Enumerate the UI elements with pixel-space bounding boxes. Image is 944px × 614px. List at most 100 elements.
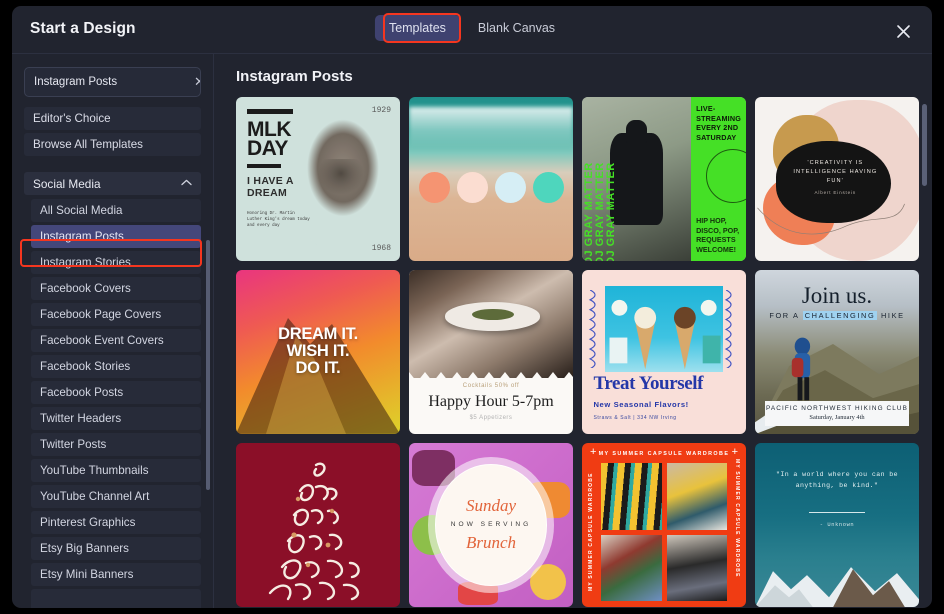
christmas-tree-lettering [236, 453, 400, 603]
brunch-line-3: Brunch [466, 533, 516, 553]
ice-cream-photo [605, 286, 723, 371]
sidebar-scrollbar[interactable] [206, 240, 210, 490]
sidebar-item-editors-choice[interactable]: Editor's Choice [24, 107, 201, 130]
sidebar-item-instagram-stories[interactable]: Instagram Stories [31, 251, 201, 274]
template-card-summer-capsule-wardrobe[interactable]: MY SUMMER CAPSULE WARDROBE MY SUMMER CAP… [582, 443, 746, 607]
dream-line-2: WISH IT. [236, 343, 400, 360]
join-info-band: PACIFIC NORTHWEST HIKING CLUB Saturday, … [765, 401, 909, 426]
sidebar-spacer [12, 159, 213, 172]
dialog-body: ✕ Editor's Choice Browse All Templates S… [12, 54, 932, 608]
sidebar-top-list: Editor's Choice Browse All Templates [12, 107, 213, 156]
mlk-year-start: 1929 [372, 106, 391, 115]
gallery-heading: Instagram Posts [236, 68, 908, 85]
sidebar-item-twitter-posts[interactable]: Twitter Posts [31, 433, 201, 456]
treat-subtitle: New Seasonal Flavors! [593, 400, 688, 409]
restaurant-photo [409, 270, 573, 378]
snow-peaks [755, 545, 919, 607]
creativity-author: Albert Einstein [785, 190, 887, 195]
creativity-quote: 'CREATIVITY IS INTELLIGENCE HAVING FUN' [785, 159, 887, 186]
kind-quote-text: "In a world where you can be anything, b… [771, 469, 902, 491]
sidebar-item-youtube-channel-art[interactable]: YouTube Channel Art [31, 485, 201, 508]
tab-bar: Templates Blank Canvas [375, 15, 569, 41]
sidebar-item-facebook-posts[interactable]: Facebook Posts [31, 381, 201, 404]
sidebar-item-youtube-thumbnails[interactable]: YouTube Thumbnails [31, 459, 201, 482]
color-swatches [409, 172, 573, 203]
close-button[interactable] [890, 18, 916, 44]
join-sub-after: HIKE [877, 311, 904, 320]
template-card-mlk-day[interactable]: MLK DAY I HAVE A DREAM Honoring Dr. Mart… [236, 97, 400, 261]
sidebar-group-social-media[interactable]: Social Media [24, 172, 201, 195]
chevron-up-icon [181, 179, 192, 188]
sidebar-item-browse-all-templates[interactable]: Browse All Templates [24, 133, 201, 156]
dj-footer: HIP HOP, DISCO, POP, REQUESTS WELCOME! [696, 216, 746, 254]
sidebar-item-pinterest-graphics[interactable]: Pinterest Graphics [31, 511, 201, 534]
search-box[interactable]: ✕ [24, 67, 201, 97]
swatch-3 [495, 172, 526, 203]
brunch-line-1: Sunday [466, 496, 516, 516]
sidebar: ✕ Editor's Choice Browse All Templates S… [12, 54, 214, 608]
mlk-rule-mid [247, 164, 281, 168]
happy-hour-pre: Cocktails 50% off [409, 383, 573, 389]
scalloped-divider [409, 372, 573, 382]
treat-address: Straws & Salt | 334 NW Irving [593, 415, 676, 421]
dj-side-panel: LIVE-STREAMING EVERY 2ND SATURDAY HIP HO… [691, 97, 746, 261]
kind-author: - Unknown [755, 522, 919, 528]
cross-icon-right: + [732, 447, 738, 458]
join-sub-before: FOR A [769, 311, 802, 320]
fruit-decor-4 [530, 564, 566, 600]
join-date: Saturday, January 4th [809, 414, 864, 421]
template-card-beach-palette[interactable] [409, 97, 573, 261]
swatch-4 [533, 172, 564, 203]
tab-blank-canvas[interactable]: Blank Canvas [464, 15, 569, 41]
mlk-title: MLK DAY [247, 120, 311, 158]
dj-headline: LIVE-STREAMING EVERY 2ND SATURDAY [696, 104, 741, 142]
join-sub-highlight: CHALLENGING [803, 311, 878, 320]
brunch-badge: Sunday NOW SERVING Brunch [435, 464, 547, 585]
search-input[interactable] [25, 68, 194, 96]
template-card-be-kind-quote[interactable]: "In a world where you can be anything, b… [755, 443, 919, 607]
sidebar-item-facebook-covers[interactable]: Facebook Covers [31, 277, 201, 300]
template-card-merry-christmas[interactable] [236, 443, 400, 607]
sidebar-group-label: Social Media [33, 177, 101, 191]
template-card-creativity-quote[interactable]: 'CREATIVITY IS INTELLIGENCE HAVING FUN' … [755, 97, 919, 261]
template-card-dream-it[interactable]: DREAM IT. WISH IT. DO IT. [236, 270, 400, 434]
template-card-sunday-brunch[interactable]: Sunday NOW SERVING Brunch [409, 443, 573, 607]
sidebar-item-instagram-posts[interactable]: Instagram Posts [31, 225, 201, 248]
capsule-photo-grid [601, 463, 727, 601]
ice-cream-cones [605, 286, 723, 371]
mlk-year-end: 1968 [372, 244, 391, 253]
template-card-dj-gray-matter[interactable]: DJ GRAY MATTER DJ GRAY MATTER DJ GRAY MA… [582, 97, 746, 261]
capsule-photo-3 [601, 535, 662, 602]
dream-line-1: DREAM IT. [236, 326, 400, 343]
sidebar-item-etsy-mini-banners[interactable]: Etsy Mini Banners [31, 563, 201, 586]
dream-it-text: DREAM IT. WISH IT. DO IT. [236, 326, 400, 377]
treat-title: Treat Yourself [593, 373, 703, 395]
tab-templates[interactable]: Templates [375, 15, 460, 41]
sidebar-item-facebook-page-covers[interactable]: Facebook Page Covers [31, 303, 201, 326]
sidebar-item-all-social-media[interactable]: All Social Media [31, 199, 201, 222]
brunch-line-2: NOW SERVING [451, 521, 532, 528]
sidebar-item-facebook-stories[interactable]: Facebook Stories [31, 355, 201, 378]
page-title: Start a Design [30, 20, 136, 38]
dialog-header: Start a Design Templates Blank Canvas [12, 6, 932, 54]
sidebar-item-facebook-event-covers[interactable]: Facebook Event Covers [31, 329, 201, 352]
template-gallery: Instagram Posts MLK DAY I HAVE A DREAM H… [214, 54, 932, 608]
capsule-heading-right: MY SUMMER CAPSULE WARDROBE [734, 459, 740, 591]
fruit-decor-5 [458, 582, 497, 605]
template-card-treat-yourself[interactable]: Treat Yourself New Seasonal Flavors! Str… [582, 270, 746, 434]
sidebar-item-etsy-big-banners[interactable]: Etsy Big Banners [31, 537, 201, 560]
capsule-heading-top: MY SUMMER CAPSULE WARDROBE [582, 451, 746, 457]
sidebar-item-partial[interactable] [31, 589, 201, 608]
template-card-join-us-hike[interactable]: Join us. FOR A CHALLENGING HIKE PACIFIC … [755, 270, 919, 434]
hiker-figure [786, 336, 819, 405]
capsule-photo-2 [667, 463, 728, 530]
dj-vertical-text-3: DJ GRAY MATTER [605, 101, 645, 261]
cross-icon-left: + [590, 447, 596, 458]
sidebar-sub-list: All Social Media Instagram Posts Instagr… [12, 199, 213, 608]
clear-icon[interactable]: ✕ [194, 68, 201, 96]
join-title: Join us. [755, 283, 919, 309]
sidebar-item-twitter-headers[interactable]: Twitter Headers [31, 407, 201, 430]
template-card-happy-hour[interactable]: Cocktails 50% off Happy Hour 5-7pm $5 Ap… [409, 270, 573, 434]
wave-right [723, 290, 741, 369]
gallery-scrollbar[interactable] [922, 104, 927, 186]
